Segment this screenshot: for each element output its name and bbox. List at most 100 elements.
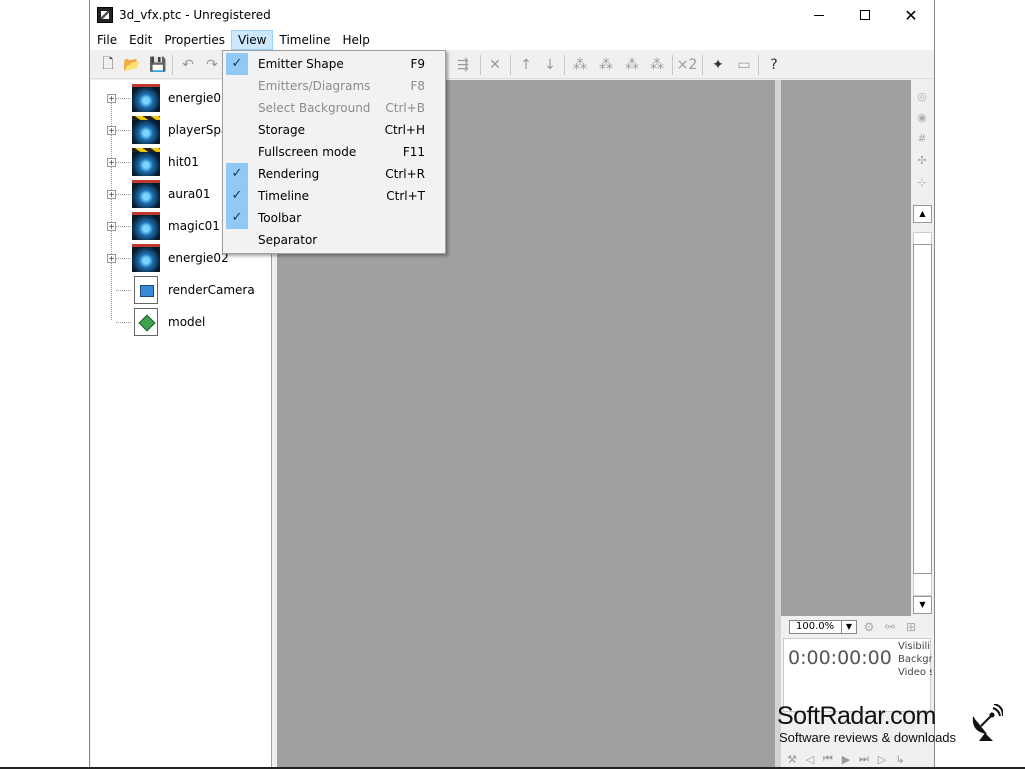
- tree-connector: [116, 258, 131, 259]
- graph-nodes-icon[interactable]: ⁂: [571, 56, 589, 74]
- menu-view[interactable]: View: [231, 30, 274, 50]
- leaf-icon[interactable]: ✦: [709, 56, 727, 74]
- minimize-icon: [814, 14, 824, 16]
- graph-branch-icon[interactable]: ⁂: [623, 56, 641, 74]
- expand-icon[interactable]: +: [107, 254, 116, 263]
- tree-node-rendercamera[interactable]: renderCamera: [91, 274, 271, 306]
- tree-node-label: energie01: [168, 91, 229, 105]
- duplicate-x2-icon[interactable]: ×2: [677, 56, 698, 74]
- menu-properties[interactable]: Properties: [158, 30, 231, 50]
- tree-node-label: model: [168, 315, 206, 329]
- menu-item-toolbar[interactable]: ✓ Toolbar: [225, 207, 443, 229]
- move-down-icon[interactable]: ↓: [541, 56, 559, 74]
- camera-orbit-icon[interactable]: ◎: [915, 90, 929, 104]
- menu-item-shortcut: Ctrl+H: [384, 123, 425, 137]
- app-logo-icon: [97, 7, 113, 23]
- view-menu-dropdown: ✓ Emitter Shape F9 Emitters/Diagrams F8 …: [222, 50, 446, 254]
- move-axes-icon[interactable]: ⊹: [915, 176, 929, 190]
- expand-icon[interactable]: +: [107, 222, 116, 231]
- menu-item-shortcut: Ctrl+T: [386, 189, 425, 203]
- target-icon[interactable]: ◉: [915, 111, 929, 125]
- menu-item-rendering[interactable]: ✓ Rendering Ctrl+R: [225, 163, 443, 185]
- tree-node-label: hit01: [168, 155, 199, 169]
- close-icon: ✕: [904, 5, 918, 25]
- expand-icon[interactable]: +: [107, 190, 116, 199]
- image-icon[interactable]: ▭: [735, 56, 753, 74]
- timeline-link-icon[interactable]: ⚯: [882, 619, 898, 635]
- help-icon[interactable]: ?: [765, 56, 783, 74]
- checkmark-icon: ✓: [226, 185, 248, 207]
- tree-connector: [116, 226, 131, 227]
- emitter-thumbnail-icon: [132, 84, 160, 112]
- close-button[interactable]: ✕: [888, 0, 934, 30]
- step-forward-icon[interactable]: ▷: [873, 753, 891, 766]
- axes-icon[interactable]: ✣: [915, 154, 929, 168]
- watermark-subtitle: Software reviews & downloads: [779, 730, 957, 745]
- menu-timeline[interactable]: Timeline: [273, 30, 336, 50]
- rewind-icon[interactable]: ⏮: [819, 752, 837, 766]
- tree-node-label: energie02: [168, 251, 229, 265]
- zoom-select[interactable]: 100.0% ▼: [789, 620, 857, 634]
- emitter-thumbnail-icon: [132, 148, 160, 176]
- menu-item-emitters-diagrams[interactable]: Emitters/Diagrams F8: [225, 75, 443, 97]
- menu-file[interactable]: File: [90, 30, 123, 50]
- scrollbar-thumb[interactable]: [913, 244, 932, 574]
- timeline-tool-icon[interactable]: ⚙: [861, 619, 877, 635]
- expand-icon[interactable]: +: [107, 158, 116, 167]
- scroll-down-button[interactable]: ▼: [913, 596, 932, 614]
- tree-node-model[interactable]: model: [91, 306, 271, 338]
- undo-icon[interactable]: ↶: [179, 56, 197, 74]
- menu-item-select-background[interactable]: Select Background Ctrl+B: [225, 97, 443, 119]
- checkmark-icon: ✓: [226, 207, 248, 229]
- timeline-layout-icon[interactable]: ⊞: [903, 619, 919, 635]
- maximize-button[interactable]: [842, 0, 888, 30]
- open-folder-icon[interactable]: 📂: [123, 56, 141, 74]
- forward-icon[interactable]: ⏭: [855, 752, 873, 766]
- emitter-thumbnail-icon: [132, 212, 160, 240]
- timeline-option[interactable]: Visibili: [898, 641, 932, 652]
- checkmark-icon: ✓: [226, 163, 248, 185]
- menu-item-fullscreen-mode[interactable]: Fullscreen mode F11: [225, 141, 443, 163]
- play-icon[interactable]: ▶: [837, 753, 855, 766]
- menu-item-timeline[interactable]: ✓ Timeline Ctrl+T: [225, 185, 443, 207]
- checkmark-icon: ✓: [226, 53, 248, 75]
- step-back-icon[interactable]: ◁: [801, 753, 819, 766]
- save-icon[interactable]: 💾: [149, 56, 167, 74]
- toolbar: 🗋 📂 💾 ↶ ↷ ⇶ ✕ ↑ ↓ ⁂ ⁂ ⁂ ⁂ ×2 ✦ ▭ ?: [90, 51, 934, 79]
- graph-link-icon[interactable]: ⁂: [597, 56, 615, 74]
- menu-help[interactable]: Help: [337, 30, 376, 50]
- graph-expand-icon[interactable]: ⁂: [648, 56, 666, 74]
- settings-icon[interactable]: ⚒: [783, 753, 801, 766]
- menu-item-shortcut: F8: [410, 79, 425, 93]
- menu-edit[interactable]: Edit: [123, 30, 158, 50]
- timeline-option[interactable]: Backgr: [898, 654, 932, 665]
- loop-icon[interactable]: ↳: [891, 753, 909, 766]
- move-up-icon[interactable]: ↑: [517, 56, 535, 74]
- menu-item-storage[interactable]: Storage Ctrl+H: [225, 119, 443, 141]
- toolbar-separator: [510, 55, 511, 75]
- tree-connector: [116, 194, 131, 195]
- menu-item-emitter-shape[interactable]: ✓ Emitter Shape F9: [225, 53, 443, 75]
- menu-item-label: Toolbar: [258, 211, 302, 225]
- delete-icon[interactable]: ✕: [486, 56, 504, 74]
- chevron-down-icon: ▼: [841, 621, 856, 633]
- scroll-up-button[interactable]: ▲: [913, 205, 932, 223]
- timeline-option[interactable]: Video s: [898, 667, 932, 678]
- expand-icon[interactable]: +: [107, 94, 116, 103]
- toolbar-separator: [702, 55, 703, 75]
- menu-item-shortcut: F11: [402, 145, 425, 159]
- watermark-title: SoftRadar.com: [777, 702, 936, 730]
- menu-item-label: Rendering: [258, 167, 320, 181]
- grid-icon[interactable]: #: [915, 132, 929, 146]
- menu-item-shortcut: Ctrl+R: [385, 167, 425, 181]
- minimize-button[interactable]: [796, 0, 842, 30]
- new-file-icon[interactable]: 🗋: [99, 56, 117, 74]
- time-counter: 0:00:00:00: [788, 647, 892, 669]
- sequence-icon[interactable]: ⇶: [454, 56, 472, 74]
- expand-icon[interactable]: +: [107, 126, 116, 135]
- menu-item-label: Fullscreen mode: [258, 145, 357, 159]
- menu-item-separator[interactable]: Separator: [225, 229, 443, 251]
- tree-connector: [116, 290, 131, 291]
- redo-icon[interactable]: ↷: [203, 56, 221, 74]
- maximize-icon: [860, 10, 870, 20]
